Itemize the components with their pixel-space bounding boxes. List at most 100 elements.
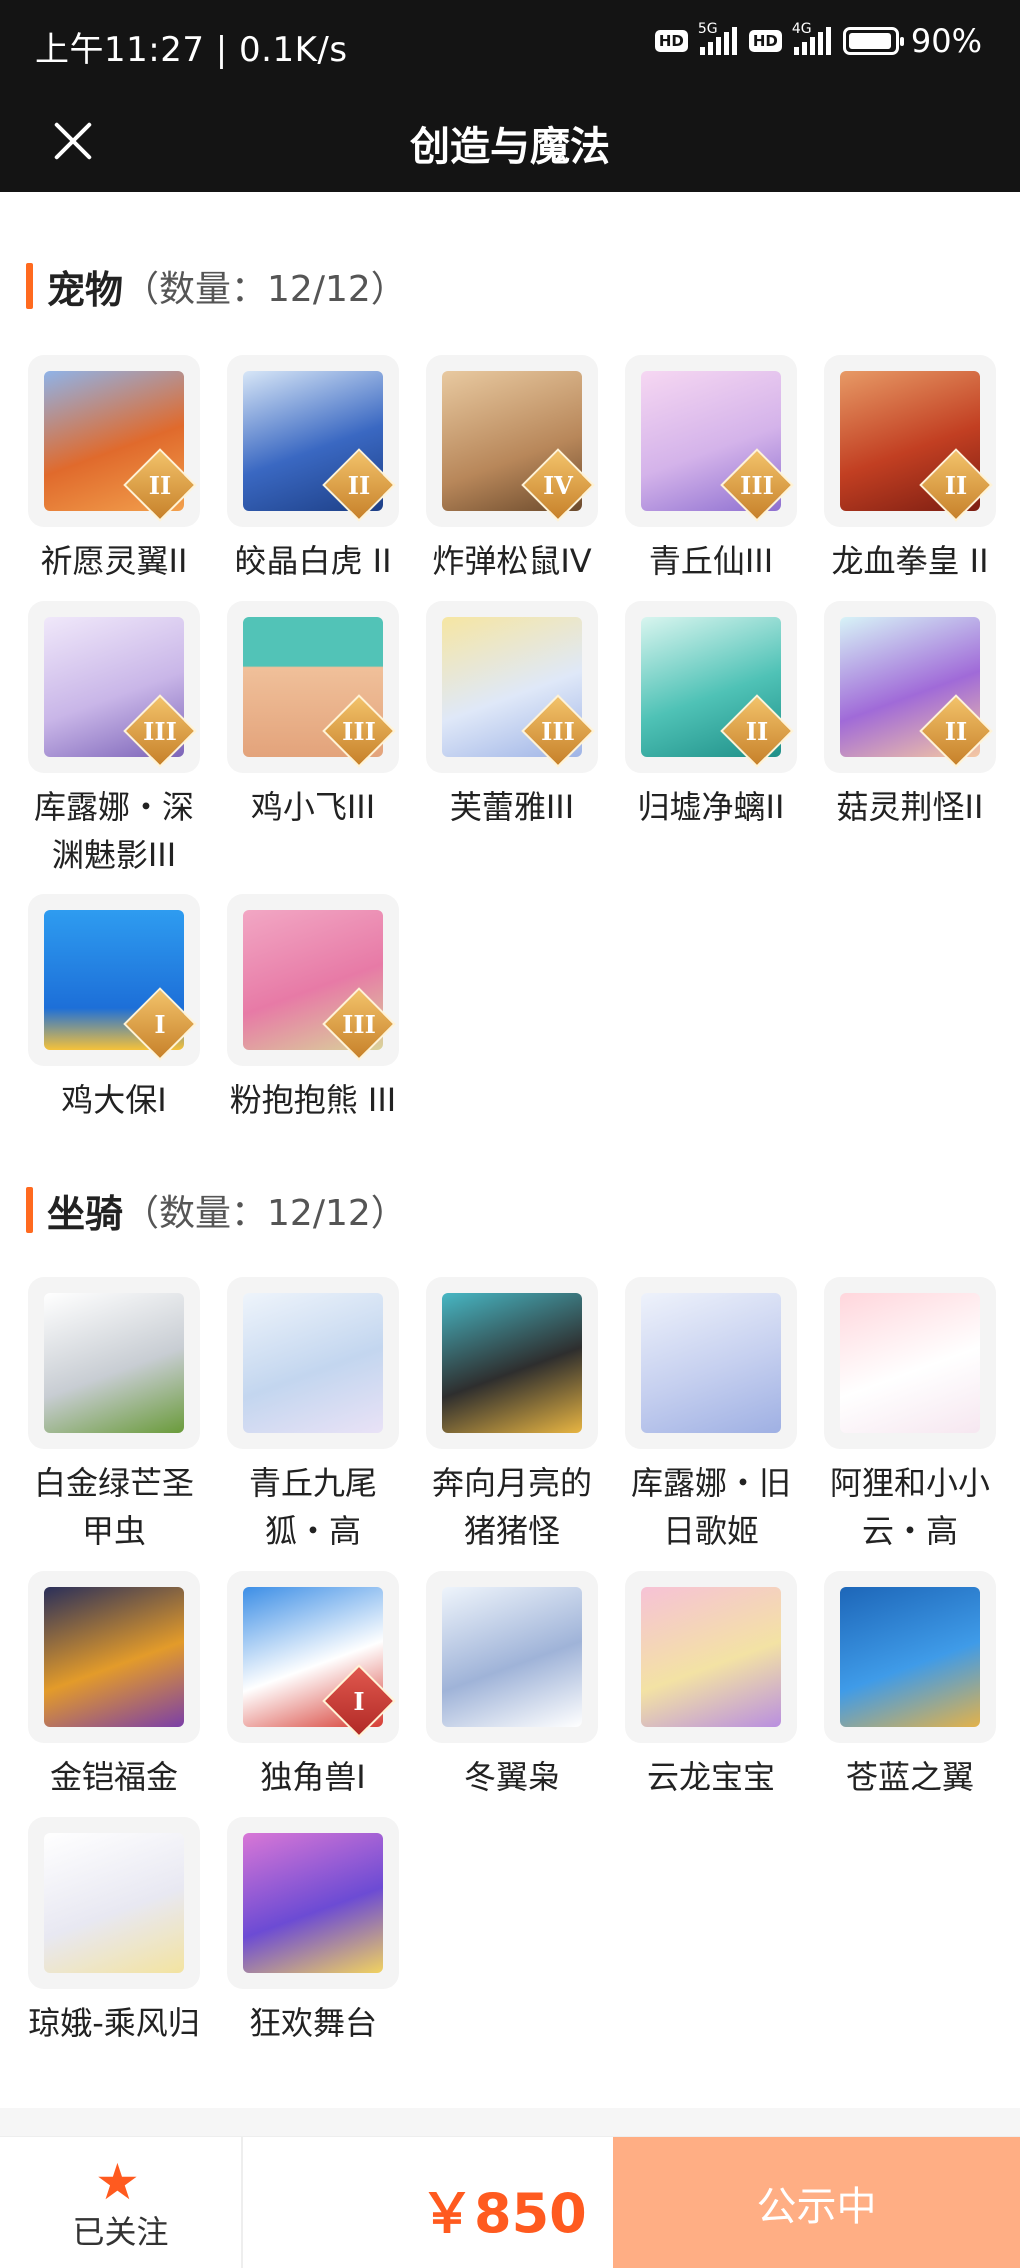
item-label: 芙蕾雅III (449, 788, 575, 826)
grid-item[interactable]: 青丘九尾狐・高 (227, 1277, 399, 1555)
star-icon: ★ (95, 2153, 140, 2211)
item-label: 青丘九尾狐・高 (248, 1464, 377, 1550)
item-thumbnail[interactable]: II (824, 601, 996, 773)
grid-item[interactable]: 云龙宝宝 (625, 1571, 797, 1801)
section-accent-bar (26, 263, 33, 309)
item-thumbnail[interactable]: IV (426, 355, 598, 527)
status-bar: 上午11:27 | 0.1K/s HD 5G HD 4G 90% (0, 0, 1020, 92)
item-thumbnail[interactable] (227, 1817, 399, 1989)
price: ￥850 (420, 2182, 587, 2245)
item-label: 奔向月亮的猪猪怪 (431, 1464, 592, 1550)
item-thumbnail[interactable]: II (625, 601, 797, 773)
grid-item[interactable]: 苍蓝之翼 (824, 1571, 996, 1801)
item-thumbnail[interactable]: III (227, 601, 399, 773)
item-label: 苍蓝之翼 (845, 1758, 974, 1796)
item-thumbnail[interactable] (227, 1277, 399, 1449)
grid-item[interactable]: 库露娜・旧日歌姬 (625, 1277, 797, 1555)
item-thumbnail[interactable]: III (28, 601, 200, 773)
item-label: 独角兽I (260, 1758, 366, 1796)
section-title: 宠物 (47, 267, 124, 312)
tier-badge-label: III (342, 1009, 376, 1039)
item-label: 库露娜・旧日歌姬 (630, 1464, 791, 1550)
grid-item[interactable]: 白金绿芒圣甲虫 (28, 1277, 200, 1555)
grid-item[interactable]: 金铠福金 (28, 1571, 200, 1801)
item-thumbnail[interactable] (28, 1817, 200, 1989)
item-thumbnail[interactable]: I (28, 894, 200, 1066)
grid-item[interactable]: IV 炸弹松鼠IV (426, 355, 598, 585)
item-image (641, 1293, 781, 1433)
item-label: 皎晶白虎 II (234, 542, 392, 580)
tier-badge-label: II (347, 470, 371, 500)
grid-item[interactable]: III 鸡小飞III (227, 601, 399, 831)
follow-button[interactable]: ★ 已关注 (0, 2137, 243, 2268)
item-thumbnail[interactable] (625, 1277, 797, 1449)
item-thumbnail[interactable] (28, 1571, 200, 1743)
item-label: 炸弹松鼠IV (432, 542, 592, 580)
grid-item[interactable]: 奔向月亮的猪猪怪 (426, 1277, 598, 1555)
grid-item[interactable]: III 库露娜・深渊魅影III (28, 601, 200, 879)
section-count: （数量：12/12） (123, 269, 407, 310)
tier-badge-label: I (154, 1009, 166, 1039)
item-thumbnail[interactable]: I (227, 1571, 399, 1743)
grid-item[interactable]: 阿狸和小小云・高 (824, 1277, 996, 1555)
grid-item[interactable]: III 芙蕾雅III (426, 601, 598, 831)
item-label: 菇灵荆怪II (836, 788, 984, 826)
grid-item[interactable]: 冬翼枭 (426, 1571, 598, 1801)
hd-icon: HD (654, 30, 688, 52)
item-thumbnail[interactable]: II (824, 355, 996, 527)
tier-badge-label: II (944, 470, 968, 500)
grid-item[interactable]: I 鸡大保I (28, 894, 200, 1124)
item-thumbnail[interactable] (824, 1277, 996, 1449)
status-time-speed: 上午11:27 | 0.1K/s (35, 30, 348, 70)
tier-badge-label: II (944, 716, 968, 746)
grid-item[interactable]: III 粉抱抱熊 III (227, 894, 399, 1124)
item-thumbnail[interactable]: III (625, 355, 797, 527)
item-label: 归墟净螭II (637, 788, 785, 826)
grid-item[interactable]: III 青丘仙III (625, 355, 797, 585)
section-count: （数量：12/12） (123, 1193, 407, 1234)
item-image (442, 1587, 582, 1727)
item-image (44, 1587, 184, 1727)
grid-item[interactable]: 狂欢舞台 (227, 1817, 399, 2047)
grid-item[interactable]: II 归墟净螭II (625, 601, 797, 831)
grid-item[interactable]: II 菇灵荆怪II (824, 601, 996, 831)
item-image (44, 1293, 184, 1433)
item-label: 琼娥-乘风归 (28, 2004, 200, 2042)
grid-item[interactable]: II 祈愿灵翼II (28, 355, 200, 585)
tier-badge-label: II (148, 470, 172, 500)
grid-item[interactable]: II 龙血拳皇 II (824, 355, 996, 585)
battery-icon (842, 27, 904, 55)
status-button[interactable]: 公示中 (613, 2137, 1020, 2268)
tier-badge-label: I (353, 1686, 365, 1716)
grid-item[interactable]: I 独角兽I (227, 1571, 399, 1801)
item-thumbnail[interactable]: III (227, 894, 399, 1066)
item-image (840, 1587, 980, 1727)
status-icons: HD 5G HD 4G 90% (654, 21, 982, 60)
item-thumbnail[interactable]: III (426, 601, 598, 773)
item-thumbnail[interactable]: II (227, 355, 399, 527)
item-thumbnail[interactable] (426, 1277, 598, 1449)
item-thumbnail[interactable] (28, 1277, 200, 1449)
tier-badge-label: III (143, 716, 177, 746)
hd-icon: HD (748, 30, 782, 52)
title-bar: 创造与魔法 (0, 92, 1020, 192)
tier-badge-label: III (342, 716, 376, 746)
item-label: 云龙宝宝 (646, 1758, 775, 1796)
item-thumbnail[interactable] (625, 1571, 797, 1743)
item-image (641, 1587, 781, 1727)
battery-level: 90% (910, 22, 982, 60)
item-thumbnail[interactable]: II (28, 355, 200, 527)
item-image (243, 1293, 383, 1433)
grid-item[interactable]: II 皎晶白虎 II (227, 355, 399, 585)
item-label: 白金绿芒圣甲虫 (33, 1464, 194, 1550)
divider (0, 2108, 1020, 2136)
section-title: 坐骑 (47, 1191, 124, 1236)
item-label: 金铠福金 (49, 1758, 178, 1796)
item-thumbnail[interactable] (824, 1571, 996, 1743)
grid-item[interactable]: 琼娥-乘风归 (28, 1817, 200, 2047)
item-image (243, 1833, 383, 1973)
item-label: 祈愿灵翼II (40, 542, 188, 580)
page-title: 创造与魔法 (410, 124, 610, 170)
item-image (44, 1833, 184, 1973)
item-thumbnail[interactable] (426, 1571, 598, 1743)
